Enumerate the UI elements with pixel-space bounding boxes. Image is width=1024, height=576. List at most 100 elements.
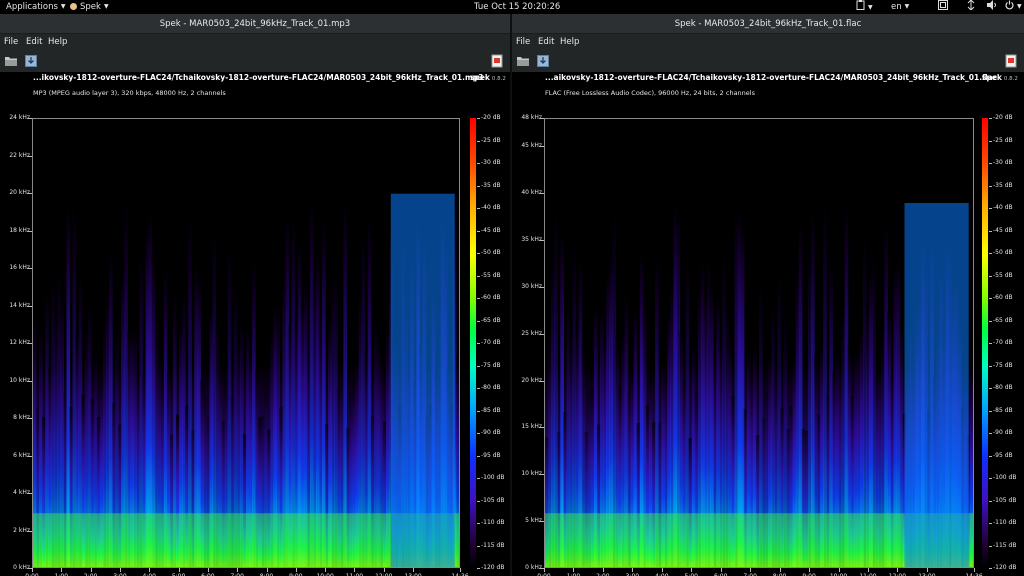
- db-tick-mark: [989, 253, 992, 254]
- time-tick-mark: [926, 568, 928, 572]
- freq-tick-label: 4 kHz: [13, 489, 30, 496]
- db-tick-label: -120 dB: [993, 564, 1017, 571]
- db-tick-mark: [477, 298, 480, 299]
- app-menu-label: Spek: [80, 2, 101, 12]
- preferences-icon[interactable]: [490, 53, 504, 68]
- power-icon[interactable]: ▼: [1005, 0, 1022, 14]
- db-tick-mark: [477, 230, 480, 232]
- time-tick-mark: [237, 568, 239, 572]
- time-tick-mark: [178, 568, 180, 572]
- language-indicator[interactable]: en ▼: [891, 0, 909, 14]
- db-tick-mark: [477, 320, 480, 322]
- db-tick-label: -70 dB: [993, 339, 1013, 346]
- freq-tick-label: 48 kHz: [521, 114, 542, 121]
- app-menu[interactable]: Spek ▼: [70, 0, 109, 14]
- time-tick-mark: [602, 568, 604, 572]
- freq-tick-label: 35 kHz: [521, 235, 542, 243]
- freq-tick-label: 24 kHz: [9, 114, 30, 121]
- db-tick-label: -55 dB: [993, 271, 1013, 279]
- open-folder-icon[interactable]: [516, 53, 530, 67]
- volume-icon[interactable]: [987, 0, 997, 14]
- db-tick-label: -45 dB: [481, 226, 501, 234]
- brand-name: spek: [470, 73, 490, 82]
- db-tick-label: -80 dB: [481, 384, 501, 391]
- open-folder-icon[interactable]: [4, 53, 18, 67]
- window-list-icon[interactable]: [938, 0, 948, 14]
- freq-tick-label: 30 kHz: [521, 282, 542, 290]
- db-tick-label: -40 dB: [993, 204, 1013, 211]
- db-tick-mark: [477, 185, 480, 187]
- toolbar: [0, 50, 510, 70]
- freq-tick-label: 14 kHz: [9, 301, 30, 309]
- db-tick-mark: [477, 523, 480, 524]
- db-tick-label: -75 dB: [993, 361, 1013, 369]
- menu-file[interactable]: File: [516, 34, 530, 50]
- language-label: en: [891, 2, 902, 12]
- freq-tick-label: 2 kHz: [13, 526, 30, 534]
- db-tick-label: -35 dB: [993, 181, 1013, 189]
- window-title[interactable]: Spek - MAR0503_24bit_96kHz_Track_01.flac: [512, 14, 1024, 34]
- time-tick-mark: [325, 568, 327, 572]
- db-tick-mark: [477, 568, 480, 569]
- freq-tick-label: 20 kHz: [521, 376, 542, 384]
- time-tick-mark: [779, 568, 781, 572]
- save-icon[interactable]: [536, 53, 550, 67]
- db-tick-mark: [989, 343, 992, 344]
- time-tick-mark: [119, 568, 121, 572]
- spectrogram-canvas[interactable]: [32, 118, 460, 568]
- file-info: FLAC (Free Lossless Audio Codec), 96000 …: [545, 89, 755, 97]
- time-tick-mark: [897, 568, 899, 572]
- db-tick-mark: [989, 455, 992, 457]
- freq-tick-label: 6 kHz: [13, 451, 30, 459]
- menu-edit[interactable]: Edit: [26, 34, 42, 50]
- file-path: ...ikovsky-1812-overture-FLAC24/Tchaikov…: [33, 73, 484, 82]
- db-tick-label: -105 dB: [481, 496, 505, 504]
- db-tick-label: -40 dB: [481, 204, 501, 211]
- clipboard-icon[interactable]: ▼: [856, 0, 873, 14]
- save-icon[interactable]: [24, 53, 38, 67]
- spectrogram-graphic: [545, 203, 973, 567]
- time-tick-mark: [460, 568, 461, 572]
- time-tick-mark: [632, 568, 634, 572]
- db-tick-label: -90 dB: [481, 429, 501, 436]
- menu-bar: File Edit Help: [0, 34, 510, 50]
- db-tick-mark: [989, 163, 992, 164]
- menu-help[interactable]: Help: [48, 34, 67, 50]
- menu-file[interactable]: File: [4, 34, 18, 50]
- time-tick-mark: [691, 568, 693, 572]
- spek-brand: spek 0.8.2: [982, 73, 1018, 82]
- time-tick-mark: [207, 568, 209, 572]
- db-tick-mark: [477, 478, 480, 479]
- window-title[interactable]: Spek - MAR0503_24bit_96kHz_Track_01.mp3: [0, 14, 510, 34]
- clock[interactable]: Tue Oct 15 20:20:26: [474, 0, 560, 14]
- db-tick-mark: [477, 388, 480, 389]
- freq-tick-label: 5 kHz: [525, 517, 542, 525]
- db-tick-label: -20 dB: [993, 114, 1013, 121]
- spectrogram-panel: ...aikovsky-1812-overture-FLAC24/Tchaiko…: [512, 72, 1024, 576]
- spectrogram-graphic: [33, 193, 459, 567]
- network-icon[interactable]: [967, 0, 975, 14]
- time-tick-mark: [61, 568, 63, 572]
- freq-tick-label: 8 kHz: [13, 414, 30, 421]
- db-tick-mark: [477, 500, 480, 502]
- applications-menu[interactable]: Applications ▼: [6, 0, 66, 14]
- preferences-icon[interactable]: [1004, 53, 1018, 68]
- menu-help[interactable]: Help: [560, 34, 579, 50]
- menu-edit[interactable]: Edit: [538, 34, 554, 50]
- db-tick-label: -80 dB: [993, 384, 1013, 391]
- db-tick-mark: [477, 118, 480, 119]
- db-tick-mark: [989, 320, 992, 322]
- time-tick-mark: [32, 568, 33, 572]
- db-tick-mark: [989, 365, 992, 367]
- freq-tick-label: 12 kHz: [9, 339, 30, 346]
- db-tick-label: -30 dB: [993, 159, 1013, 166]
- freq-tick-label: 45 kHz: [521, 142, 542, 150]
- db-tick-label: -85 dB: [481, 406, 501, 414]
- db-tick-label: -95 dB: [993, 451, 1013, 459]
- db-tick-mark: [989, 523, 992, 524]
- spectrogram-canvas[interactable]: [544, 118, 974, 568]
- version-label: 0.8.2: [1003, 76, 1018, 82]
- db-tick-label: -50 dB: [481, 249, 501, 256]
- spectrum-high-block: [904, 203, 969, 567]
- top-bar: Applications ▼ Spek ▼ Tue Oct 15 20:20:26 …: [0, 0, 1024, 14]
